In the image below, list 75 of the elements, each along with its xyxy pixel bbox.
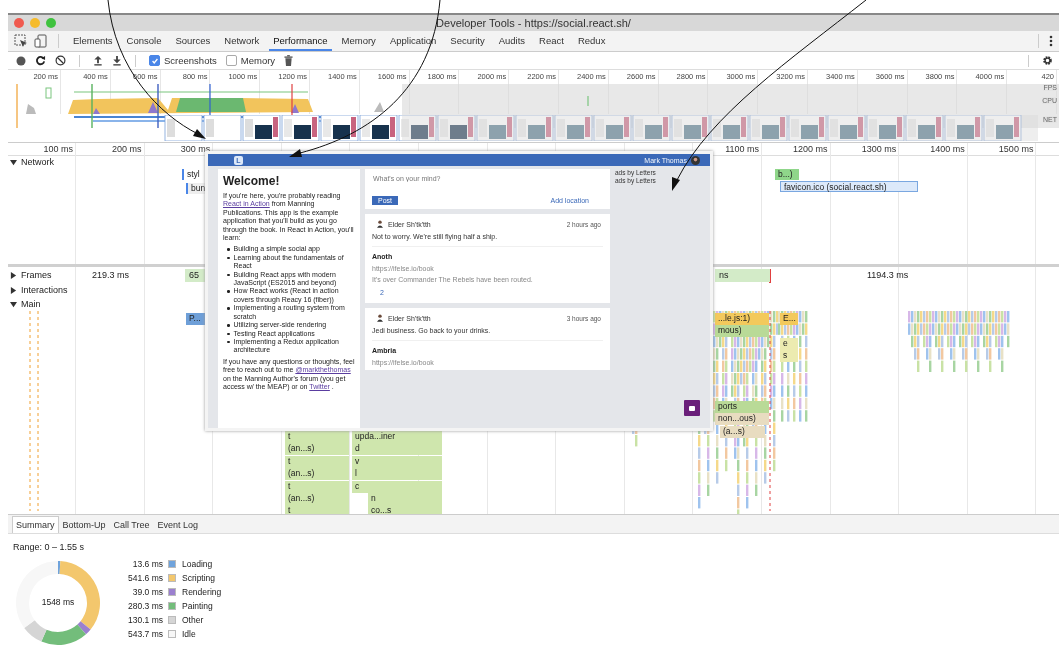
total-time: 1548 ms (40, 597, 76, 607)
category-label: Other (182, 615, 205, 625)
track-header[interactable]: Network (10, 157, 56, 167)
category-time: 280.3 ms (127, 601, 163, 611)
function-label[interactable]: ...le.js:1) (715, 313, 769, 325)
category-label: Rendering (182, 587, 222, 597)
panel-tab[interactable]: React (535, 31, 568, 51)
category-label: Loading (182, 559, 214, 569)
category-time: 541.6 ms (127, 573, 163, 583)
function-label[interactable]: t (285, 481, 349, 493)
time-tick-label: 100 ms (42, 144, 73, 154)
track-header[interactable]: Interactions (10, 285, 70, 295)
details-tab[interactable]: Summary (12, 516, 59, 533)
function-label[interactable]: ports (715, 401, 769, 413)
frame-duration: ns (715, 269, 770, 282)
time-tick-label: 1200 ms (792, 144, 828, 154)
network-request-bar[interactable]: b...) (775, 169, 799, 180)
track-label: Interactions (21, 285, 68, 295)
network-request-bar[interactable]: favicon.ico (social.react.sh) (780, 181, 918, 192)
function-label[interactable]: (a...s) (720, 426, 765, 438)
function-label[interactable]: d (352, 443, 442, 455)
function-label[interactable]: E... (780, 313, 798, 325)
function-label[interactable]: t (285, 431, 349, 443)
function-label[interactable]: n (368, 493, 442, 505)
panel-tab[interactable]: Memory (337, 31, 380, 51)
track-label: Main (21, 299, 41, 309)
category-label: Painting (182, 601, 214, 611)
function-label[interactable]: e (780, 338, 798, 350)
time-tick-label: 1100 ms (724, 144, 759, 154)
panel-tab[interactable]: Console (122, 31, 166, 51)
category-time: 130.1 ms (127, 615, 163, 625)
track-label: Frames (21, 270, 52, 280)
function-label[interactable]: (an...s) (285, 443, 349, 455)
frame-duration: 65 (185, 269, 205, 282)
track-label: Network (21, 157, 54, 167)
function-label[interactable]: t (285, 505, 349, 514)
function-label[interactable]: (an...s) (285, 468, 349, 480)
memory-checkbox[interactable]: Memory (225, 55, 276, 66)
function-label[interactable]: s (780, 350, 798, 362)
frame-duration: 219.3 ms (91, 269, 131, 282)
function-label[interactable]: mous) (715, 325, 769, 337)
details-tab[interactable]: Call Tree (109, 516, 154, 533)
window-title: Developer Tools - https://social.react.sh/ (436, 17, 631, 29)
function-label[interactable]: (an...s) (285, 493, 349, 505)
frame-duration: 1194.3 ms (866, 269, 910, 282)
details-tab[interactable]: Bottom-Up (58, 516, 110, 533)
details-tab[interactable]: Event Log (153, 516, 203, 533)
function-label[interactable]: c (352, 481, 442, 493)
panel-tab[interactable]: Security (446, 31, 489, 51)
range-label: Range: 0 – 1.55 s (13, 542, 86, 552)
panel-tab[interactable]: Redux (573, 31, 610, 51)
category-time: 543.7 ms (127, 629, 163, 639)
category-label: Scripting (182, 573, 217, 583)
function-label[interactable]: non...ous) (715, 413, 769, 425)
function-label[interactable]: l (352, 468, 442, 480)
time-tick-label: 1300 ms (860, 144, 897, 154)
panel-tab[interactable]: Audits (494, 31, 530, 51)
time-tick-label: 1500 ms (997, 144, 1034, 154)
category-label: Idle (182, 629, 197, 639)
function-label[interactable]: co...s (368, 505, 442, 514)
track-header[interactable]: Main (10, 299, 43, 309)
panel-tab[interactable]: Elements (69, 31, 117, 51)
category-time: 39.0 ms (131, 587, 163, 597)
function-label[interactable]: t (285, 456, 349, 468)
function-label[interactable]: P... (186, 313, 205, 325)
track-header[interactable]: Frames (10, 270, 54, 280)
screenshots-checkbox[interactable]: Screenshots (149, 55, 217, 66)
time-tick-label: 1400 ms (929, 144, 965, 154)
category-time: 13.6 ms (131, 559, 163, 569)
time-tick-label: 200 ms (111, 144, 142, 154)
function-label[interactable]: upda...iner (352, 431, 442, 443)
panel-tab[interactable]: Sources (171, 31, 215, 51)
panel-tab[interactable]: Network (220, 31, 264, 51)
welcome-heading: Welcome! (223, 174, 281, 188)
function-label[interactable]: v (352, 456, 442, 468)
